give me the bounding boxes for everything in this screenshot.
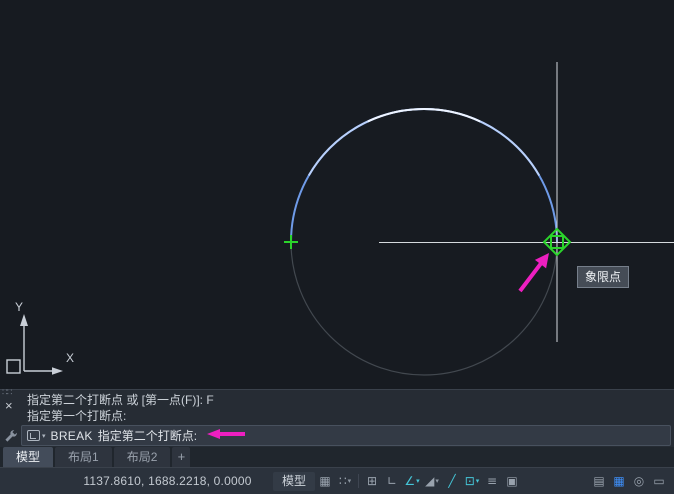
lineweight-icon: ≡: [487, 474, 497, 488]
active-command-name: BREAK: [51, 429, 93, 443]
isolate-objects-button[interactable]: ◎: [629, 472, 649, 491]
drawing-svg: Y X: [0, 0, 674, 389]
ortho-mode-button[interactable]: ∟: [382, 472, 402, 491]
isolate-objects-icon: ◎: [634, 474, 644, 488]
chevron-down-icon[interactable]: ▾: [435, 477, 439, 485]
polar-tracking-button[interactable]: ∠ ▾: [402, 472, 422, 491]
command-line-window: ∷∷ × 指定第二个打断点 或 [第一点(F)]: F 指定第一个打断点: ▾ …: [0, 389, 674, 447]
command-prompt-text: 指定第二个打断点:: [98, 427, 197, 444]
customize-wrench-icon[interactable]: [4, 429, 18, 448]
graphics-performance-button[interactable]: ▦: [609, 472, 629, 491]
clean-screen-button[interactable]: ▭: [649, 472, 669, 491]
dynamic-input-icon: ⊞: [367, 474, 377, 488]
annotation-scale-button[interactable]: ▤: [589, 472, 609, 491]
circle-highlight-arc-top: [368, 109, 480, 121]
command-history-line: 指定第二个打断点 或 [第一点(F)]: F: [27, 392, 214, 408]
chevron-down-icon[interactable]: ▾: [416, 477, 420, 485]
tab-model[interactable]: 模型: [3, 447, 53, 467]
tab-layout2[interactable]: 布局2: [114, 447, 171, 467]
dynamic-input-button[interactable]: ⊞: [362, 472, 382, 491]
command-window-icon: [27, 430, 40, 441]
graphics-performance-icon: ▦: [613, 474, 624, 488]
snap-icon: ∷: [339, 474, 347, 488]
ortho-icon: ∟: [387, 474, 397, 488]
chevron-down-icon[interactable]: ▾: [476, 477, 480, 485]
circle-highlight-arc[interactable]: [291, 109, 557, 242]
tab-layout1[interactable]: 布局1: [55, 447, 112, 467]
ucs-x-label: X: [66, 351, 74, 365]
object-snap-button[interactable]: ⊡ ▾: [462, 472, 482, 491]
first-break-point-marker: [284, 235, 298, 249]
grid-toggle-button[interactable]: ▦: [315, 472, 335, 491]
command-history-line: 指定第一个打断点:: [27, 408, 126, 424]
annotation-scale-icon: ▤: [593, 474, 604, 488]
ucs-y-label: Y: [15, 300, 23, 314]
close-commandline-icon[interactable]: ×: [5, 399, 13, 412]
snap-mode-button[interactable]: ∷ ▾: [335, 472, 355, 491]
command-input-line[interactable]: ▾ BREAK 指定第二个打断点:: [21, 425, 671, 446]
status-bar: 1137.8610, 1688.2218, 0.0000 模型 ▦ ∷ ▾ ⊞ …: [0, 467, 674, 494]
osnap-tracking-button[interactable]: ╱: [442, 472, 462, 491]
callout-arrow-canvas: [518, 253, 549, 292]
statusbar-separator: [358, 474, 359, 488]
grid-icon: ▦: [319, 474, 330, 488]
recent-commands-button[interactable]: ▾: [27, 430, 46, 441]
autocad-window: Y X 象限点 ∷∷ × 指定第二个打断点 或 [第一点(F)]: F 指定第一…: [0, 0, 674, 494]
lineweight-button[interactable]: ≡: [482, 472, 502, 491]
isometric-drafting-button[interactable]: ◢ ▾: [422, 472, 442, 491]
new-layout-button[interactable]: +: [172, 447, 190, 467]
selection-cycling-button[interactable]: ▣: [502, 472, 522, 491]
circle-highlight-arc-mid: [309, 109, 539, 176]
callout-arrow-commandline: [206, 428, 246, 443]
layout-tab-bar: 模型 布局1 布局2 +: [0, 447, 674, 467]
coordinate-readout: 1137.8610, 1688.2218, 0.0000: [70, 474, 265, 488]
isometric-icon: ◢: [425, 474, 434, 488]
chevron-down-icon: ▾: [42, 432, 46, 440]
drawing-canvas[interactable]: Y X 象限点: [0, 0, 674, 389]
ucs-icon: Y X: [7, 300, 74, 375]
selection-cycling-icon: ▣: [506, 474, 517, 488]
osnap-tracking-icon: ╱: [448, 474, 455, 488]
object-snap-icon: ⊡: [465, 474, 475, 488]
clean-screen-icon: ▭: [653, 474, 664, 488]
command-drag-handle[interactable]: ∷∷: [2, 388, 11, 396]
statusbar-right-group: ▤ ▦ ◎ ▭: [589, 472, 669, 491]
chevron-down-icon[interactable]: ▾: [348, 477, 352, 485]
model-space-button[interactable]: 模型: [273, 472, 315, 491]
osnap-tooltip: 象限点: [577, 266, 629, 288]
polar-tracking-icon: ∠: [404, 474, 415, 488]
